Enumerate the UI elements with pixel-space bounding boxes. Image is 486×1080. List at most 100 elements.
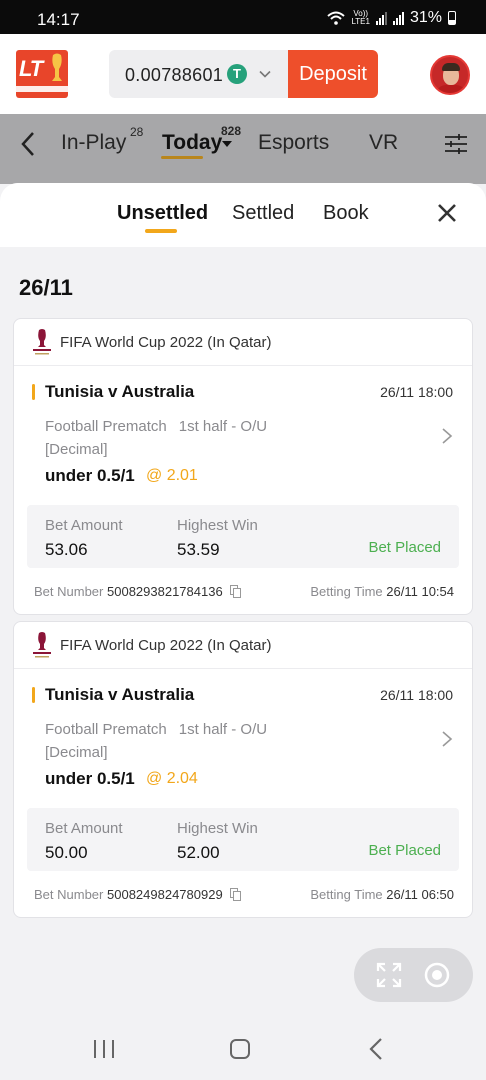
date-heading: 26/11 — [19, 275, 73, 300]
tab-esports[interactable]: Esports — [258, 131, 329, 155]
highest-win-value: 53.59 — [177, 540, 220, 559]
caret-down-icon — [222, 141, 232, 147]
back-arrow-icon[interactable] — [18, 130, 38, 158]
chevron-right-icon[interactable] — [441, 427, 453, 445]
chevron-down-icon — [259, 70, 271, 78]
app-header: LT 0.00788601 T Deposit — [0, 34, 486, 114]
home-icon[interactable] — [229, 1038, 251, 1060]
tab-today-underline — [161, 156, 203, 159]
status-bar: 14:17 Vo)) LTE1 31% — [0, 0, 486, 34]
avatar-hair — [442, 63, 460, 71]
volte-indicator: Vo)) LTE1 — [351, 9, 370, 26]
bet-amount-label: Bet Amount — [45, 517, 123, 534]
bet-footer: Bet Number 5008293821784136 Betting Time… — [34, 584, 454, 602]
bet-card: FIFA World Cup 2022 (In Qatar) Tunisia v… — [13, 318, 473, 615]
bet-history-tabs: Unsettled Settled Book — [0, 183, 486, 247]
bet-number-label: Bet Number — [34, 887, 104, 902]
signal-icon-2 — [392, 11, 404, 25]
brand-logo[interactable]: LT — [16, 50, 68, 98]
bet-selection: under 0.5/1 — [45, 466, 135, 485]
match-accent-bar — [32, 687, 35, 703]
bet-amount-box: Bet Amount 50.00 Highest Win 52.00 Bet P… — [27, 808, 459, 871]
bet-amount-label: Bet Amount — [45, 820, 123, 837]
highest-win-value: 52.00 — [177, 843, 220, 862]
odds-format: [Decimal] — [45, 744, 108, 761]
tab-book[interactable]: Book — [323, 202, 369, 225]
copy-icon[interactable] — [230, 585, 242, 598]
tether-icon: T — [227, 64, 247, 84]
avatar-body — [436, 85, 466, 93]
betting-time-label: Betting Time — [310, 887, 383, 902]
close-icon[interactable] — [436, 202, 458, 224]
balance-selector[interactable]: 0.00788601 T — [109, 50, 288, 98]
logo-stripe — [16, 86, 68, 92]
balance-value: 0.00788601 — [125, 65, 224, 85]
logo-text: LT — [19, 56, 43, 81]
world-cup-icon — [33, 329, 51, 355]
status-time: 14:17 — [37, 10, 80, 29]
copy-icon[interactable] — [230, 888, 242, 901]
betting-time: Betting Time 26/11 06:50 — [310, 887, 454, 902]
bet-number-value: 5008249824780929 — [107, 887, 223, 902]
tab-unsettled-underline — [145, 229, 177, 233]
bet-amount-box: Bet Amount 53.06 Highest Win 53.59 Bet P… — [27, 505, 459, 568]
market-type: 1st half - O/U — [178, 721, 268, 738]
sports-nav: In-Play 28 Today 828 Esports VR — [0, 114, 486, 184]
battery-icon — [448, 11, 456, 25]
status-icons: Vo)) LTE1 31% — [327, 9, 456, 27]
market-category: Football Prematch — [45, 721, 167, 738]
deposit-button[interactable]: Deposit — [288, 50, 378, 98]
target-icon[interactable] — [423, 961, 451, 989]
tab-settled[interactable]: Settled — [232, 202, 294, 225]
tab-today[interactable]: Today — [162, 131, 222, 155]
tab-vr[interactable]: VR — [369, 131, 398, 155]
bet-number-label: Bet Number — [34, 584, 104, 599]
market-category: Football Prematch — [45, 418, 167, 435]
highest-win-label: Highest Win — [177, 820, 258, 837]
bet-card: FIFA World Cup 2022 (In Qatar) Tunisia v… — [13, 621, 473, 918]
expand-icon[interactable] — [375, 961, 403, 989]
league-row: FIFA World Cup 2022 (In Qatar) — [14, 622, 472, 669]
betting-time-value: 26/11 06:50 — [386, 887, 454, 902]
bet-odds: @ 2.01 — [146, 467, 198, 484]
match-name: Tunisia v Australia — [45, 382, 195, 401]
wifi-icon — [327, 11, 346, 25]
floating-control — [354, 948, 473, 1002]
bet-footer: Bet Number 5008249824780929 Betting Time… — [34, 887, 454, 905]
league-row: FIFA World Cup 2022 (In Qatar) — [14, 319, 472, 366]
filter-settings-icon[interactable] — [444, 132, 468, 156]
trophy-icon — [52, 53, 62, 81]
betting-time-value: 26/11 10:54 — [386, 584, 454, 599]
match-accent-bar — [32, 384, 35, 400]
market-info: Football Prematch 1st half - O/U [Decimal… — [45, 415, 267, 461]
bet-number-value: 5008293821784136 — [107, 584, 223, 599]
highest-win-label: Highest Win — [177, 517, 258, 534]
bet-odds: @ 2.04 — [146, 770, 198, 787]
betting-time: Betting Time 26/11 10:54 — [310, 584, 454, 599]
match-time: 26/11 18:00 — [380, 687, 453, 703]
user-avatar[interactable] — [430, 55, 470, 95]
recent-apps-icon[interactable] — [93, 1039, 115, 1059]
today-count-badge: 828 — [221, 124, 242, 138]
odds-format: [Decimal] — [45, 441, 108, 458]
bet-amount-value: 53.06 — [45, 540, 88, 559]
tab-in-play[interactable]: In-Play — [61, 131, 126, 155]
system-back-icon[interactable] — [369, 1037, 383, 1061]
status-badge: Bet Placed — [368, 539, 441, 556]
betting-time-label: Betting Time — [310, 584, 383, 599]
league-name: FIFA World Cup 2022 (In Qatar) — [60, 637, 272, 654]
system-nav-bar — [0, 1018, 486, 1080]
match-time: 26/11 18:00 — [380, 384, 453, 400]
in-play-count-badge: 28 — [130, 125, 144, 139]
bet-amount-value: 50.00 — [45, 843, 88, 862]
bet-selection: under 0.5/1 — [45, 769, 135, 788]
market-type: 1st half - O/U — [178, 418, 268, 435]
status-badge: Bet Placed — [368, 842, 441, 859]
tab-unsettled[interactable]: Unsettled — [117, 202, 208, 225]
battery-percent: 31% — [409, 9, 442, 26]
match-name: Tunisia v Australia — [45, 685, 195, 704]
chevron-right-icon[interactable] — [441, 730, 453, 748]
market-info: Football Prematch 1st half - O/U [Decimal… — [45, 718, 267, 764]
signal-icon — [375, 11, 387, 25]
league-name: FIFA World Cup 2022 (In Qatar) — [60, 334, 272, 351]
